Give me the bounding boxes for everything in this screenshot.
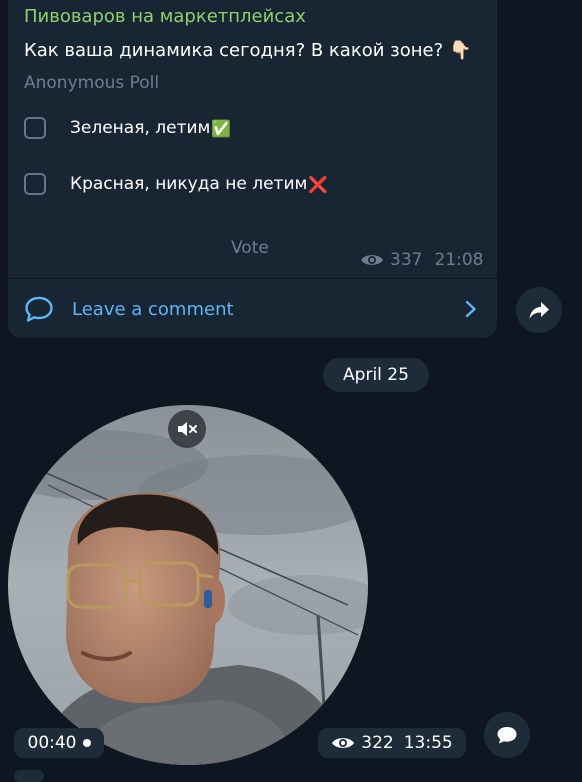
- poll-option-green[interactable]: Зеленая, летим ✅: [24, 114, 231, 142]
- poll-option-checkbox[interactable]: [24, 173, 46, 195]
- mute-icon: [178, 422, 197, 436]
- share-icon: [529, 302, 549, 319]
- poll-type-label: Anonymous Poll: [24, 73, 160, 93]
- video-duration: 00:40: [14, 728, 104, 758]
- poll-option-label: Зеленая, летим: [70, 118, 211, 138]
- partial-pill: [14, 770, 44, 782]
- poll-meta: 337 21:08: [360, 250, 483, 270]
- share-button[interactable]: [516, 287, 562, 333]
- video-view-count: 322: [361, 733, 394, 753]
- comment-divider: [8, 278, 497, 279]
- date-separator: April 25: [323, 358, 429, 392]
- vote-button[interactable]: Vote: [231, 238, 269, 258]
- reply-button[interactable]: [484, 712, 530, 758]
- video-frame-image: [8, 405, 368, 765]
- poll-view-count: 337: [390, 250, 423, 270]
- channel-name[interactable]: Пивоваров на маркетплейсах: [24, 6, 306, 27]
- leave-comment-button[interactable]: Leave a comment: [8, 280, 497, 338]
- pointing-down-emoji: 👇🏻: [449, 40, 472, 61]
- video-duration-text: 00:40: [27, 733, 77, 753]
- playback-dot-icon: [82, 739, 91, 747]
- leave-comment-label: Leave a comment: [72, 298, 234, 320]
- mute-toggle[interactable]: [168, 410, 206, 448]
- poll-question: Как ваша динамика сегодня? В какой зоне?…: [24, 40, 472, 61]
- cross-mark-emoji: ❌: [308, 174, 329, 194]
- video-message[interactable]: [8, 405, 368, 765]
- poll-question-text: Как ваша динамика сегодня? В какой зоне?: [24, 40, 444, 61]
- poll-time: 21:08: [434, 250, 484, 270]
- chevron-right-icon: [465, 300, 476, 318]
- video-time: 13:55: [403, 733, 453, 753]
- comment-icon: [25, 296, 53, 322]
- reply-icon: [497, 727, 517, 744]
- poll-option-checkbox[interactable]: [24, 117, 46, 139]
- poll-option-red[interactable]: Красная, никуда не летим ❌: [24, 170, 328, 198]
- eye-icon: [332, 738, 355, 748]
- video-meta: 322 13:55: [318, 728, 466, 758]
- eye-icon: [361, 255, 383, 265]
- check-mark-emoji: ✅: [211, 118, 232, 138]
- poll-option-label: Красная, никуда не летим: [70, 174, 308, 194]
